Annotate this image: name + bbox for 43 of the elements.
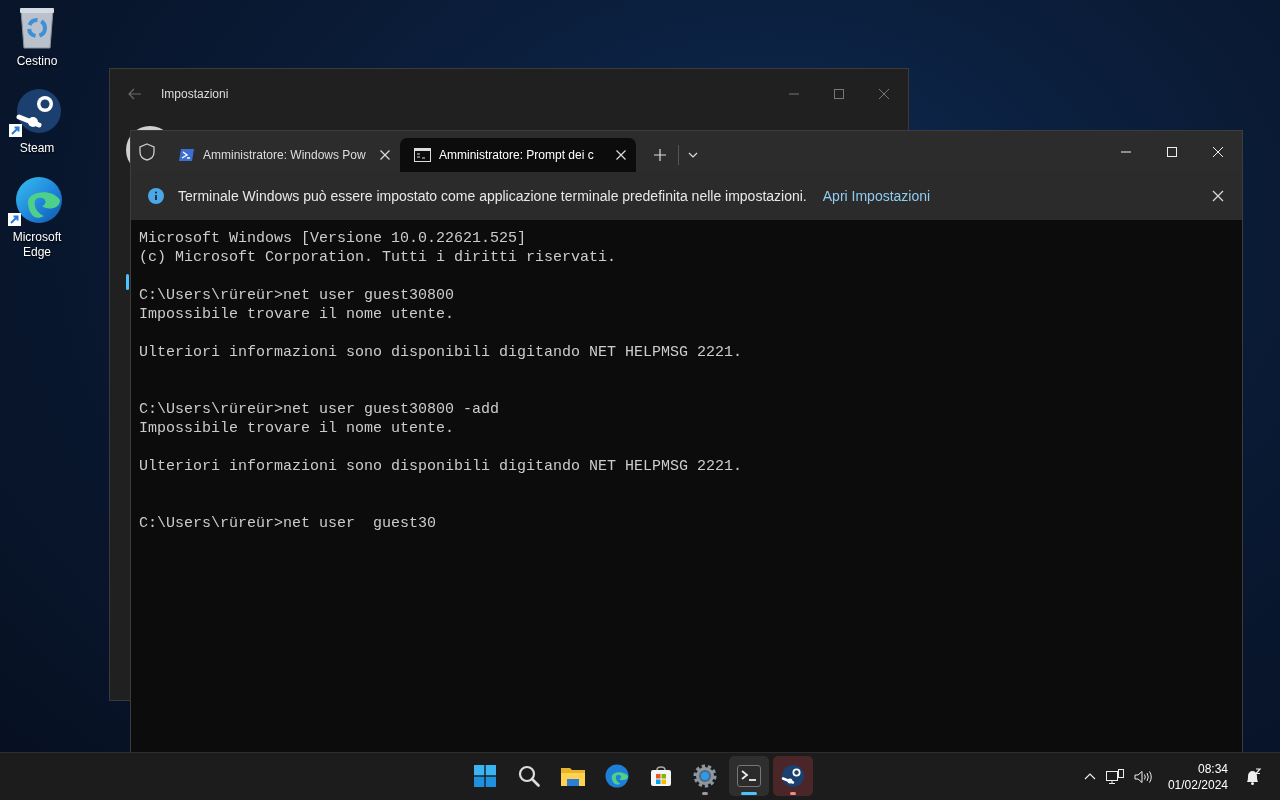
taskbar-button[interactable] (729, 756, 769, 796)
console-line: Ulteriori informazioni sono disponibili digitando NET HELPMSG 2221. (139, 343, 743, 362)
desktop-icon-label[interactable]: Microsoft Edge (5, 230, 69, 260)
back-arrow-icon[interactable] (128, 88, 142, 100)
selection-indicator (126, 274, 129, 290)
network-icon[interactable] (1105, 768, 1124, 785)
console-line: Impossibile trovare il nome utente. (139, 419, 455, 438)
console-line: (c) Microsoft Corporation. Tutti i diritti riservati. (139, 248, 617, 267)
volume-icon[interactable] (1133, 769, 1152, 784)
settings-link[interactable]: Apri Impostazioni (822, 188, 931, 204)
edge-icon (605, 764, 629, 788)
steam-icon (781, 764, 805, 788)
terminal-tab[interactable]: Amministratore: Prompt dei c (400, 138, 636, 172)
desktop-icon-label[interactable]: Cestino (5, 54, 69, 69)
info-icon (148, 188, 164, 204)
search-icon (518, 765, 540, 787)
chevron-up-icon[interactable] (1083, 773, 1096, 780)
console-line: C:\Users\rüreür>net user guest30800 -add (139, 400, 500, 419)
terminal-tab[interactable]: Amministratore: Windows Pow (164, 138, 400, 172)
console-line: C:\Users\rüreür>net user guest30800 (139, 286, 455, 305)
new-tab-icon[interactable] (654, 149, 666, 161)
settings-icon (693, 764, 717, 788)
tab-title: Amministratore: Windows Pow (203, 148, 367, 162)
folder-icon (561, 765, 585, 787)
dropdown-caret-icon[interactable] (688, 152, 698, 158)
desktop-icon-label[interactable]: Steam (5, 141, 69, 156)
powershell-icon (178, 148, 195, 162)
console-line: Ulteriori informazioni sono disponibili digitando NET HELPMSG 2221. (139, 457, 743, 476)
info-message: Terminale Windows può essere impostato come applicazione terminale predefinita nelle impostazioni. (178, 188, 807, 204)
tab-title: Amministratore: Prompt dei c (439, 148, 595, 162)
windows-logo-icon (474, 765, 496, 787)
notification-bell-icon[interactable] (1244, 767, 1262, 786)
taskbar-button[interactable] (773, 756, 813, 796)
recycle-bin-icon[interactable] (17, 6, 57, 50)
console-line: C:\Users\rüreür>net user guest30 (139, 514, 437, 533)
console-line: Impossibile trovare il nome utente. (139, 305, 455, 324)
clock-time[interactable]: 08:34 (1197, 760, 1228, 777)
command-prompt-icon (414, 148, 431, 162)
console-line: Microsoft Windows [Versione 10.0.22621.525] (139, 229, 527, 248)
store-bag-icon (650, 765, 672, 787)
clock-date[interactable]: 01/02/2024 (1167, 776, 1228, 793)
terminal-icon (737, 765, 761, 787)
window-title: Impostazioni (161, 87, 229, 101)
